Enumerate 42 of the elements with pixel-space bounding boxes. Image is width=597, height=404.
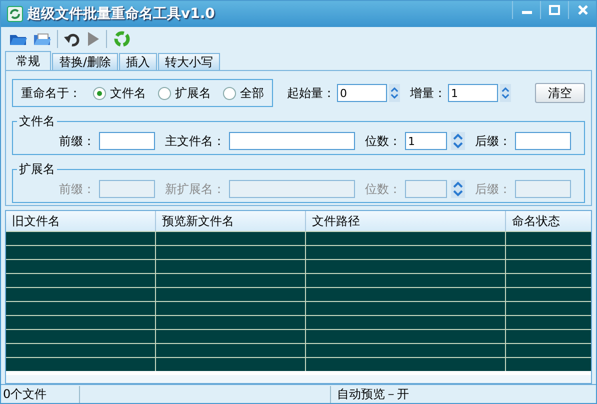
spinner-icon[interactable]: [389, 84, 400, 102]
start-label: 起始量：: [287, 84, 335, 102]
increment-field[interactable]: 1: [448, 84, 498, 102]
input-field[interactable]: [229, 132, 355, 150]
close-icon: [578, 5, 588, 15]
spinner-icon[interactable]: [451, 132, 465, 150]
radio-button[interactable]: 扩展名: [158, 84, 211, 102]
undo-icon[interactable]: [64, 31, 80, 47]
tab[interactable]: 插入: [119, 53, 158, 70]
start-field[interactable]: 0: [337, 84, 387, 102]
field-label: 前缀：: [59, 180, 95, 198]
field-label: 前缀：: [59, 132, 95, 150]
maximize-icon: [549, 5, 560, 15]
play-icon[interactable]: [86, 31, 100, 47]
tab[interactable]: 转大小写: [158, 53, 220, 70]
auto-preview-status: 自动预览－开: [330, 386, 409, 402]
horizontal-scrollbar[interactable]: [6, 375, 591, 383]
file-count: 0个文件: [1, 386, 80, 402]
radio-button[interactable]: 文件名: [93, 84, 146, 102]
open-folder-icon[interactable]: [33, 31, 51, 47]
spinner-icon[interactable]: [500, 84, 511, 102]
group-title: 扩展名: [18, 161, 56, 178]
window-title: 超级文件批量重命名工具v1.0: [27, 5, 215, 23]
column-header[interactable]: 命名状态: [506, 211, 591, 231]
field-label: 后缀：: [475, 132, 511, 150]
recycle-icon[interactable]: [113, 30, 131, 48]
refresh-icon: [7, 6, 23, 22]
tab[interactable]: 替换/删除: [52, 53, 118, 70]
group-title: 文件名: [18, 113, 56, 130]
input-field[interactable]: 1: [405, 132, 447, 150]
field-label: 位数：: [365, 180, 401, 198]
input-field[interactable]: [99, 132, 155, 150]
field-label: 新扩展名：: [165, 180, 225, 198]
rename-target-label: 重命名于：: [21, 84, 81, 102]
clear-button[interactable]: 清空: [534, 83, 585, 103]
tab[interactable]: 常规: [5, 51, 51, 70]
field-label: 位数：: [365, 132, 401, 150]
input-field[interactable]: [515, 132, 571, 150]
field-label: 后缀：: [475, 180, 511, 198]
field-label: 主文件名：: [165, 132, 225, 150]
radio-button[interactable]: 全部: [223, 84, 264, 102]
increment-label: 增量：: [410, 84, 446, 102]
